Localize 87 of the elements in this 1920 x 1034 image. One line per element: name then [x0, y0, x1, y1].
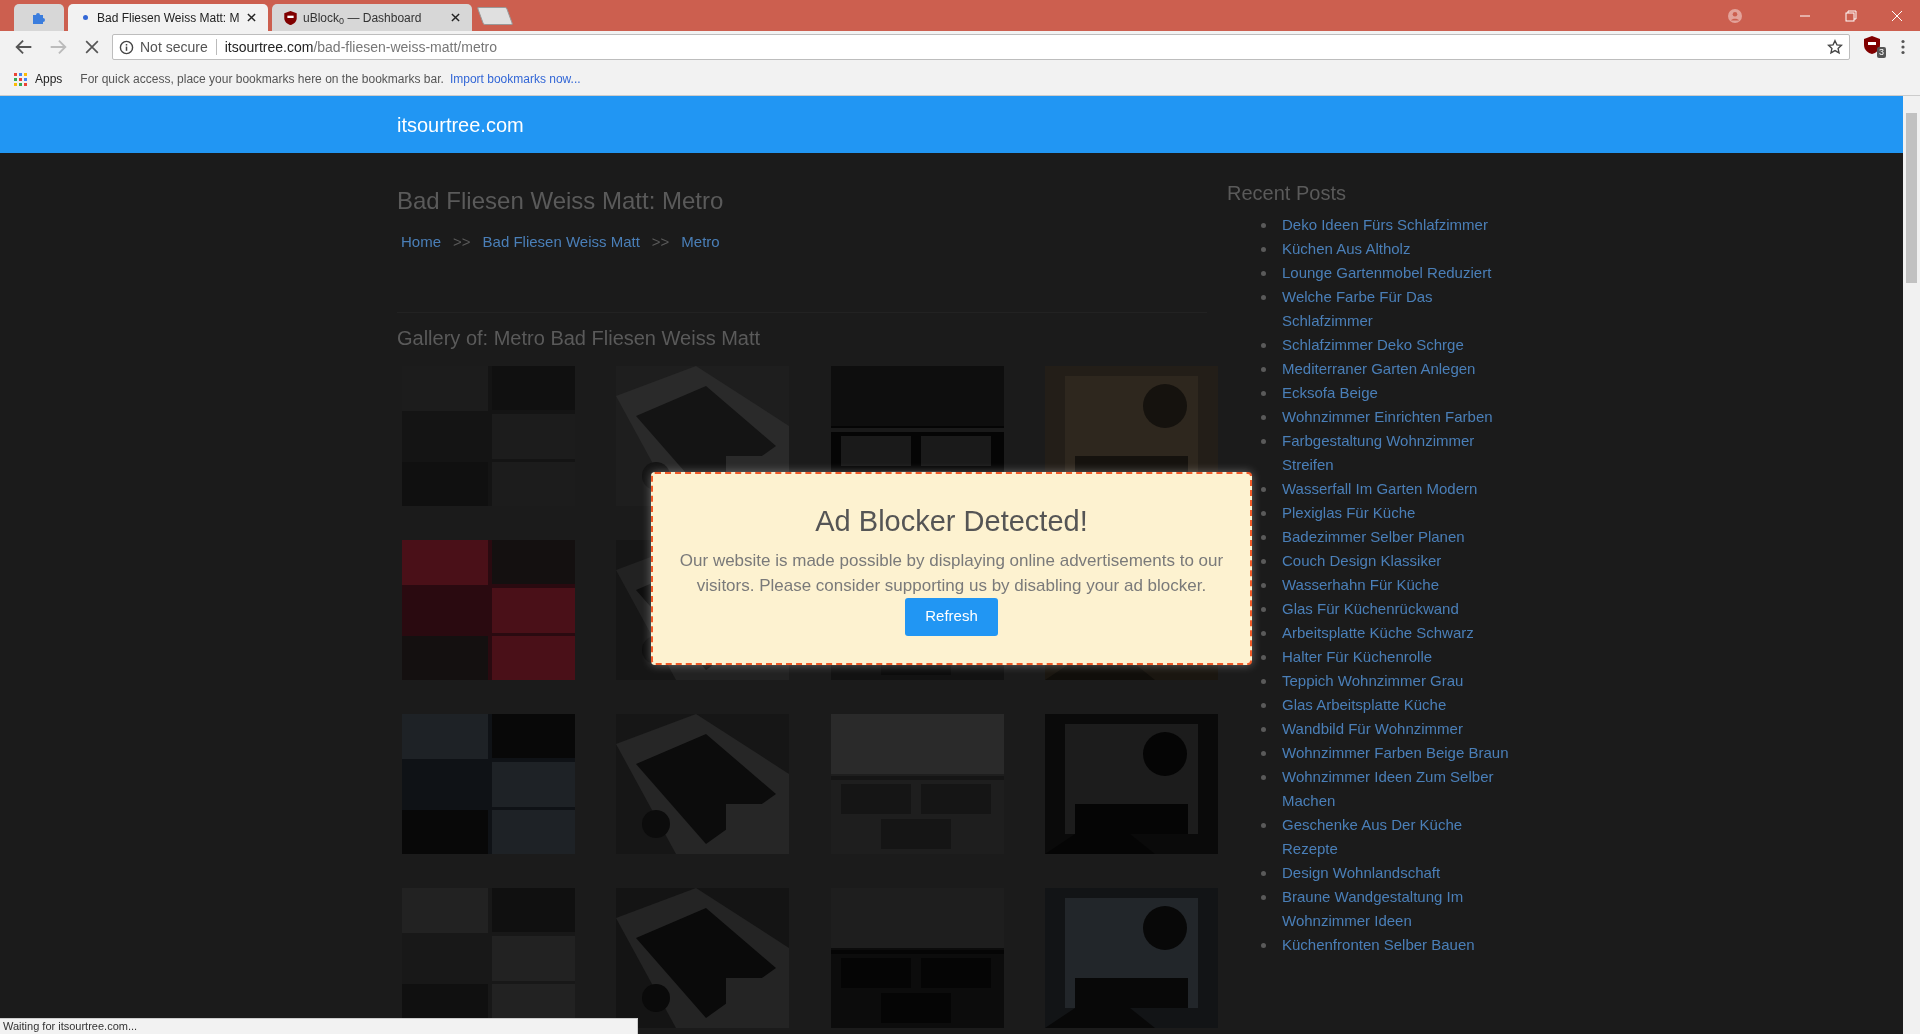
bullet-icon	[1261, 391, 1266, 396]
bullet-icon	[1261, 511, 1266, 516]
post-link[interactable]: Badezimmer Selber Planen	[1282, 525, 1512, 549]
bullet-icon	[1261, 679, 1266, 684]
bullet-icon	[1261, 871, 1266, 876]
browser-tab[interactable]: Bad Fliesen Weiss Matt: M	[68, 4, 268, 31]
puzzle-icon	[32, 10, 46, 25]
post-link[interactable]: Welche Farbe Für Das Schlafzimmer	[1282, 285, 1512, 333]
post-link[interactable]: Farbgestaltung Wohnzimmer Streifen	[1282, 429, 1512, 477]
security-label: Not secure	[140, 37, 208, 57]
sidebar-heading: Recent Posts	[1227, 181, 1347, 206]
post-link[interactable]: Design Wohnlandschaft	[1282, 861, 1512, 885]
bullet-icon	[1261, 271, 1266, 276]
bullet-icon	[1261, 487, 1266, 492]
bullet-icon	[1261, 343, 1266, 348]
page-title: Bad Fliesen Weiss Matt: Metro	[397, 186, 725, 216]
post-link[interactable]: Arbeitsplatte Küche Schwarz	[1282, 621, 1512, 645]
browser-tab[interactable]	[14, 4, 64, 31]
post-link[interactable]: Wandbild Für Wohnzimmer	[1282, 717, 1512, 741]
bullet-icon	[1261, 823, 1266, 828]
bullet-icon	[1261, 631, 1266, 636]
breadcrumb-link[interactable]: Metro	[681, 231, 720, 254]
new-tab-button[interactable]	[476, 7, 514, 25]
post-link[interactable]: Küchenfronten Selber Bauen	[1282, 933, 1512, 957]
site-name[interactable]: itsourtree.com	[397, 109, 524, 140]
refresh-button[interactable]: Refresh	[905, 597, 998, 636]
breadcrumb-link[interactable]: Bad Fliesen Weiss Matt	[482, 231, 640, 254]
post-link[interactable]: Wohnzimmer Einrichten Farben	[1282, 405, 1512, 429]
bullet-icon	[1261, 583, 1266, 588]
post-link[interactable]: Wasserfall Im Garten Modern	[1282, 477, 1512, 501]
post-link[interactable]: Mediterraner Garten Anlegen	[1282, 357, 1512, 381]
bullet-icon	[1261, 775, 1266, 780]
post-link[interactable]: Küchen Aus Altholz	[1282, 237, 1512, 261]
post-link[interactable]: Couch Design Klassiker	[1282, 549, 1512, 573]
bullet-icon	[1261, 415, 1266, 420]
close-icon[interactable]	[451, 13, 460, 22]
gallery-heading: Gallery of: Metro Bad Fliesen Weiss Matt	[397, 325, 762, 351]
breadcrumb-separator: >>	[453, 232, 471, 252]
address-bar[interactable]: Not secure itsourtree.com/bad-fliesen-weiss-matt/metro	[112, 34, 1850, 60]
user-icon[interactable]	[1728, 8, 1742, 23]
loading-status-tooltip: Waiting for itsourtree.com...	[0, 1018, 638, 1034]
shield-icon	[284, 10, 297, 25]
url-text[interactable]: itsourtree.com/bad-fliesen-weiss-matt/metro	[224, 36, 498, 58]
post-link[interactable]: Ecksofa Beige	[1282, 381, 1512, 405]
post-link[interactable]: Wohnzimmer Ideen Zum Selber Machen	[1282, 765, 1512, 813]
bookmarks-hint: For quick access, place your bookmarks here on the bookmarks bar.	[80, 71, 444, 88]
post-link[interactable]: Glas Arbeitsplatte Küche	[1282, 693, 1512, 717]
post-link[interactable]: Plexiglas Für Küche	[1282, 501, 1512, 525]
import-bookmarks-link[interactable]: Import bookmarks now...	[449, 70, 581, 88]
post-link[interactable]: Glas Für Küchenrückwand	[1282, 597, 1512, 621]
breadcrumb-link[interactable]: Home	[401, 231, 441, 254]
star-icon[interactable]	[1827, 39, 1843, 55]
post-link[interactable]: Wasserhahn Für Küche	[1282, 573, 1512, 597]
bullet-icon	[1261, 367, 1266, 372]
bullet-icon	[1261, 751, 1266, 756]
bullet-icon	[1261, 247, 1266, 252]
close-icon[interactable]	[247, 13, 256, 22]
post-link[interactable]: Wohnzimmer Farben Beige Braun	[1282, 741, 1512, 765]
modal-message: Our website is made possible by displaying online advertisements to our visitors. Please consider supporting us by disabling your ad blocker.	[678, 549, 1225, 597]
bullet-icon	[1261, 943, 1266, 948]
bullet-icon	[1261, 703, 1266, 708]
scrollbar-thumb[interactable]	[1906, 113, 1917, 283]
bullet-icon	[1261, 559, 1266, 564]
bullet-icon	[1261, 535, 1266, 540]
bullet-icon	[1261, 439, 1266, 444]
bullet-icon	[1261, 727, 1266, 732]
bullet-icon	[1261, 223, 1266, 228]
breadcrumb-separator: >>	[651, 232, 670, 252]
modal-title: Ad Blocker Detected!	[815, 504, 1088, 539]
browser-tab[interactable]: uBlock$_{0}$ — Dashboard	[272, 4, 472, 31]
post-link[interactable]: Braune Wandgestaltung Im Wohnzimmer Ideen	[1282, 885, 1512, 933]
post-link[interactable]: Halter Für Küchenrolle	[1282, 645, 1512, 669]
bullet-icon	[1261, 655, 1266, 660]
apps-button[interactable]: Apps	[14, 70, 63, 88]
restore-icon[interactable]	[1845, 9, 1857, 22]
post-link[interactable]: Deko Ideen Fürs Schlafzimmer	[1282, 213, 1512, 237]
post-link[interactable]: Lounge Gartenmobel Reduziert	[1282, 261, 1512, 285]
menu-icon[interactable]	[1900, 39, 1906, 55]
apps-icon	[14, 72, 27, 86]
bullet-icon	[1261, 295, 1266, 300]
badge-count: 3	[1877, 47, 1886, 58]
bullet-icon	[1261, 607, 1266, 612]
post-link[interactable]: Schlafzimmer Deko Schrge	[1282, 333, 1512, 357]
post-link[interactable]: Teppich Wohnzimmer Grau	[1282, 669, 1512, 693]
post-link[interactable]: Geschenke Aus Der Küche Rezepte	[1282, 813, 1512, 861]
bullet-icon	[1261, 895, 1266, 900]
info-icon[interactable]	[119, 39, 134, 55]
